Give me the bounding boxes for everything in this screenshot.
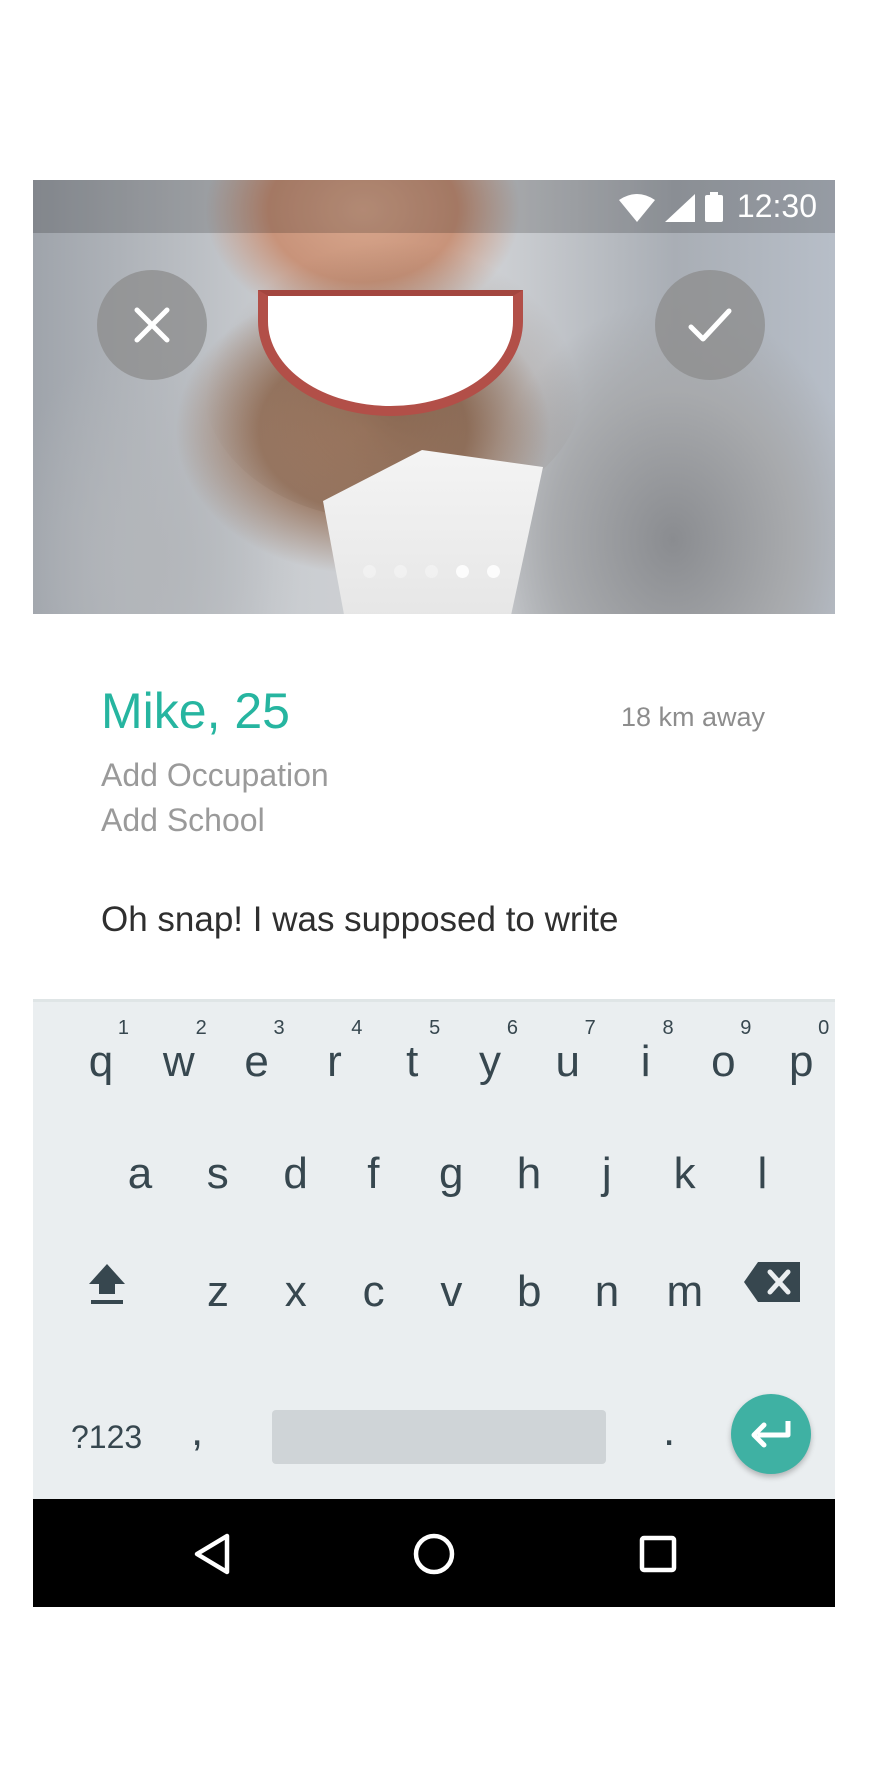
home-button[interactable] [409, 1529, 459, 1579]
add-school-field[interactable]: Add School [101, 802, 265, 839]
key-j[interactable]: j [571, 1134, 643, 1214]
enter-key[interactable] [731, 1394, 811, 1474]
key-number-hint: 8 [662, 1017, 674, 1039]
key-letter: q [88, 1037, 114, 1086]
key-i[interactable]: i8 [610, 1017, 682, 1102]
key-g[interactable]: g [415, 1134, 487, 1214]
key-number-hint: 6 [506, 1017, 518, 1039]
key-u[interactable]: u7 [532, 1017, 604, 1102]
profile-photo[interactable]: 12:30 [33, 180, 835, 614]
status-icons [619, 192, 723, 222]
symbols-key[interactable]: ?123 [71, 1410, 142, 1464]
key-q[interactable]: q1 [65, 1017, 137, 1102]
key-letter: y [479, 1037, 501, 1086]
enter-icon [751, 1421, 791, 1448]
key-c[interactable]: c [338, 1252, 410, 1332]
key-number-hint: 5 [429, 1017, 441, 1039]
backspace-icon [744, 1262, 800, 1302]
close-icon [134, 307, 170, 343]
key-x[interactable]: x [260, 1252, 332, 1332]
shift-icon [89, 1264, 125, 1304]
pager-dot [425, 565, 438, 578]
key-l[interactable]: l [726, 1134, 798, 1214]
key-y[interactable]: y6 [454, 1017, 526, 1102]
back-button[interactable] [186, 1529, 236, 1579]
key-letter: t [406, 1037, 419, 1086]
key-letter: u [555, 1037, 581, 1086]
home-icon [413, 1533, 455, 1575]
key-e[interactable]: e3 [221, 1017, 293, 1102]
key-number-hint: 9 [740, 1017, 752, 1039]
period-key[interactable]: . [663, 1404, 675, 1458]
phone-screen: 12:30 Mike, 25 18 km away Add Occupation… [33, 180, 835, 1607]
key-d[interactable]: d [260, 1134, 332, 1214]
key-letter: w [162, 1037, 195, 1086]
profile-name-age: Mike, 25 [101, 683, 290, 739]
pager-dot [363, 565, 376, 578]
signal-icon [665, 194, 695, 222]
key-number-hint: 3 [273, 1017, 285, 1039]
pager-dot [394, 565, 407, 578]
profile-distance: 18 km away [620, 702, 765, 732]
pager-dot [487, 565, 500, 578]
key-number-hint: 7 [584, 1017, 596, 1039]
key-v[interactable]: v [415, 1252, 487, 1332]
key-p[interactable]: p0 [765, 1017, 835, 1102]
photo-pager-dots [363, 565, 500, 578]
status-time: 12:30 [736, 188, 817, 224]
key-letter: r [327, 1037, 342, 1086]
comma-key[interactable]: , [191, 1404, 203, 1458]
key-number-hint: 1 [117, 1017, 129, 1039]
accept-button[interactable] [655, 270, 765, 380]
key-s[interactable]: s [182, 1134, 254, 1214]
shift-key[interactable] [71, 1242, 143, 1322]
status-bar: 12:30 [33, 180, 835, 233]
backspace-key[interactable] [742, 1242, 802, 1322]
key-letter: e [244, 1037, 269, 1086]
battery-icon [705, 192, 723, 222]
reject-button[interactable] [97, 270, 207, 380]
key-a[interactable]: a [104, 1134, 176, 1214]
soft-keyboard: ?123 , . q1w2e3r4t5y6u7i8o9p0asdfghjklzx… [33, 999, 835, 1502]
key-r[interactable]: r4 [298, 1017, 370, 1102]
key-w[interactable]: w2 [143, 1017, 215, 1102]
bio-input[interactable]: Oh snap! I was supposed to write [101, 900, 619, 940]
key-f[interactable]: f [337, 1134, 409, 1214]
key-n[interactable]: n [571, 1252, 643, 1332]
recents-icon [639, 1535, 677, 1573]
navigation-bar [33, 1499, 835, 1607]
wifi-icon [619, 194, 655, 222]
add-occupation-field[interactable]: Add Occupation [101, 757, 329, 794]
key-number-hint: 0 [818, 1017, 830, 1039]
key-h[interactable]: h [493, 1134, 565, 1214]
key-letter: p [788, 1037, 814, 1086]
key-letter: i [640, 1037, 651, 1086]
key-letter: o [711, 1037, 736, 1086]
key-number-hint: 4 [351, 1017, 363, 1039]
key-k[interactable]: k [649, 1134, 721, 1214]
key-number-hint: 2 [195, 1017, 207, 1039]
key-m[interactable]: m [649, 1252, 721, 1332]
key-o[interactable]: o9 [687, 1017, 759, 1102]
recents-button[interactable] [633, 1529, 683, 1579]
key-b[interactable]: b [493, 1252, 565, 1332]
key-t[interactable]: t5 [376, 1017, 448, 1102]
key-z[interactable]: z [182, 1252, 254, 1332]
space-key[interactable] [272, 1410, 606, 1464]
back-icon [194, 1533, 230, 1575]
check-icon [688, 308, 732, 342]
pager-dot [456, 565, 469, 578]
